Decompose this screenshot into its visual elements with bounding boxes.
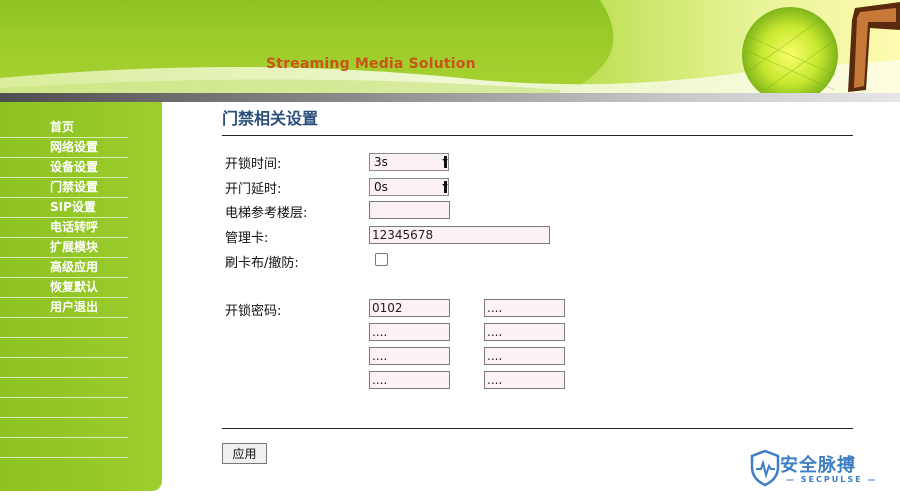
unlock-time-select[interactable]: 3s <box>369 153 449 171</box>
unlock-time-value: 3s <box>374 155 388 169</box>
sidebar-item-label: 首页 <box>50 120 75 134</box>
apply-button[interactable]: 应用 <box>222 443 267 464</box>
sidebar-item-home[interactable]: 首页 <box>0 118 128 138</box>
header-banner: Streaming Media Solution <box>0 0 900 95</box>
sidebar-item-label: SIP设置 <box>50 200 96 214</box>
sidebar-item-restore-default[interactable]: 恢复默认 <box>0 278 128 298</box>
sidebar-divider <box>0 398 128 418</box>
banner-title: Streaming Media Solution <box>266 56 476 72</box>
admin-card-label: 管理卡: <box>225 231 269 246</box>
sidebar-item-label: 恢复默认 <box>50 280 99 294</box>
unlock-time-label: 开锁时间: <box>225 157 282 172</box>
sidebar-item-advanced[interactable]: 高级应用 <box>0 258 128 278</box>
unlock-password-input-4[interactable] <box>484 323 565 341</box>
sidebar-item-label: 用户退出 <box>50 300 99 314</box>
shield-icon <box>750 449 780 487</box>
sidebar-item-sip[interactable]: SIP设置 <box>0 198 128 218</box>
sidebar-item-label: 设备设置 <box>50 160 99 174</box>
watermark: 安全脉搏 — SECPULSE — <box>750 449 890 489</box>
page-title: 门禁相关设置 <box>222 109 319 128</box>
sidebar-divider <box>0 358 128 378</box>
sidebar: 首页 网络设置 设备设置 门禁设置 SIP设置 电话转呼 扩展模块 高级应用 恢… <box>0 102 162 491</box>
sidebar-item-label: 网络设置 <box>50 140 99 154</box>
sidebar-divider <box>0 338 128 358</box>
dropdown-arrow-icon <box>442 156 448 168</box>
sidebar-item-access-control[interactable]: 门禁设置 <box>0 178 128 198</box>
banner-graphic <box>0 0 900 95</box>
banner-divider <box>0 93 900 102</box>
sidebar-item-call-forward[interactable]: 电话转呼 <box>0 218 128 238</box>
unlock-password-input-5[interactable] <box>369 347 450 365</box>
sidebar-divider <box>0 418 128 438</box>
sidebar-item-label: 门禁设置 <box>50 180 99 194</box>
watermark-text: 安全脉搏 <box>780 455 856 476</box>
dropdown-arrow-icon <box>442 181 448 193</box>
unlock-password-input-6[interactable] <box>484 347 565 365</box>
sidebar-divider <box>0 318 128 338</box>
elevator-floor-label: 电梯参考楼层: <box>225 206 308 221</box>
sidebar-item-label: 电话转呼 <box>50 220 99 234</box>
card-arm-label: 刷卡布/撤防: <box>225 256 299 271</box>
unlock-password-input-3[interactable] <box>369 323 450 341</box>
door-delay-select[interactable]: 0s <box>369 178 449 196</box>
sidebar-item-extension[interactable]: 扩展模块 <box>0 238 128 258</box>
elevator-floor-input[interactable] <box>369 201 450 219</box>
divider-top <box>222 135 853 136</box>
unlock-password-input-8[interactable] <box>484 371 565 389</box>
sidebar-menu: 首页 网络设置 设备设置 门禁设置 SIP设置 电话转呼 扩展模块 高级应用 恢… <box>0 118 128 458</box>
sidebar-item-network[interactable]: 网络设置 <box>0 138 128 158</box>
unlock-password-input-7[interactable] <box>369 371 450 389</box>
unlock-password-label: 开锁密码: <box>225 304 282 319</box>
unlock-password-input-1[interactable] <box>369 299 450 317</box>
door-delay-value: 0s <box>374 180 388 194</box>
sidebar-item-device[interactable]: 设备设置 <box>0 158 128 178</box>
sidebar-divider <box>0 378 128 398</box>
door-delay-label: 开门延时: <box>225 182 282 197</box>
divider-bottom <box>222 428 853 429</box>
admin-card-input[interactable] <box>369 226 550 244</box>
sidebar-item-label: 扩展模块 <box>50 240 99 254</box>
sidebar-divider <box>0 438 128 458</box>
sidebar-item-label: 高级应用 <box>50 260 99 274</box>
sidebar-item-logout[interactable]: 用户退出 <box>0 298 128 318</box>
unlock-password-input-2[interactable] <box>484 299 565 317</box>
card-arm-checkbox[interactable] <box>375 253 388 266</box>
watermark-subtext: — SECPULSE — <box>786 475 878 484</box>
